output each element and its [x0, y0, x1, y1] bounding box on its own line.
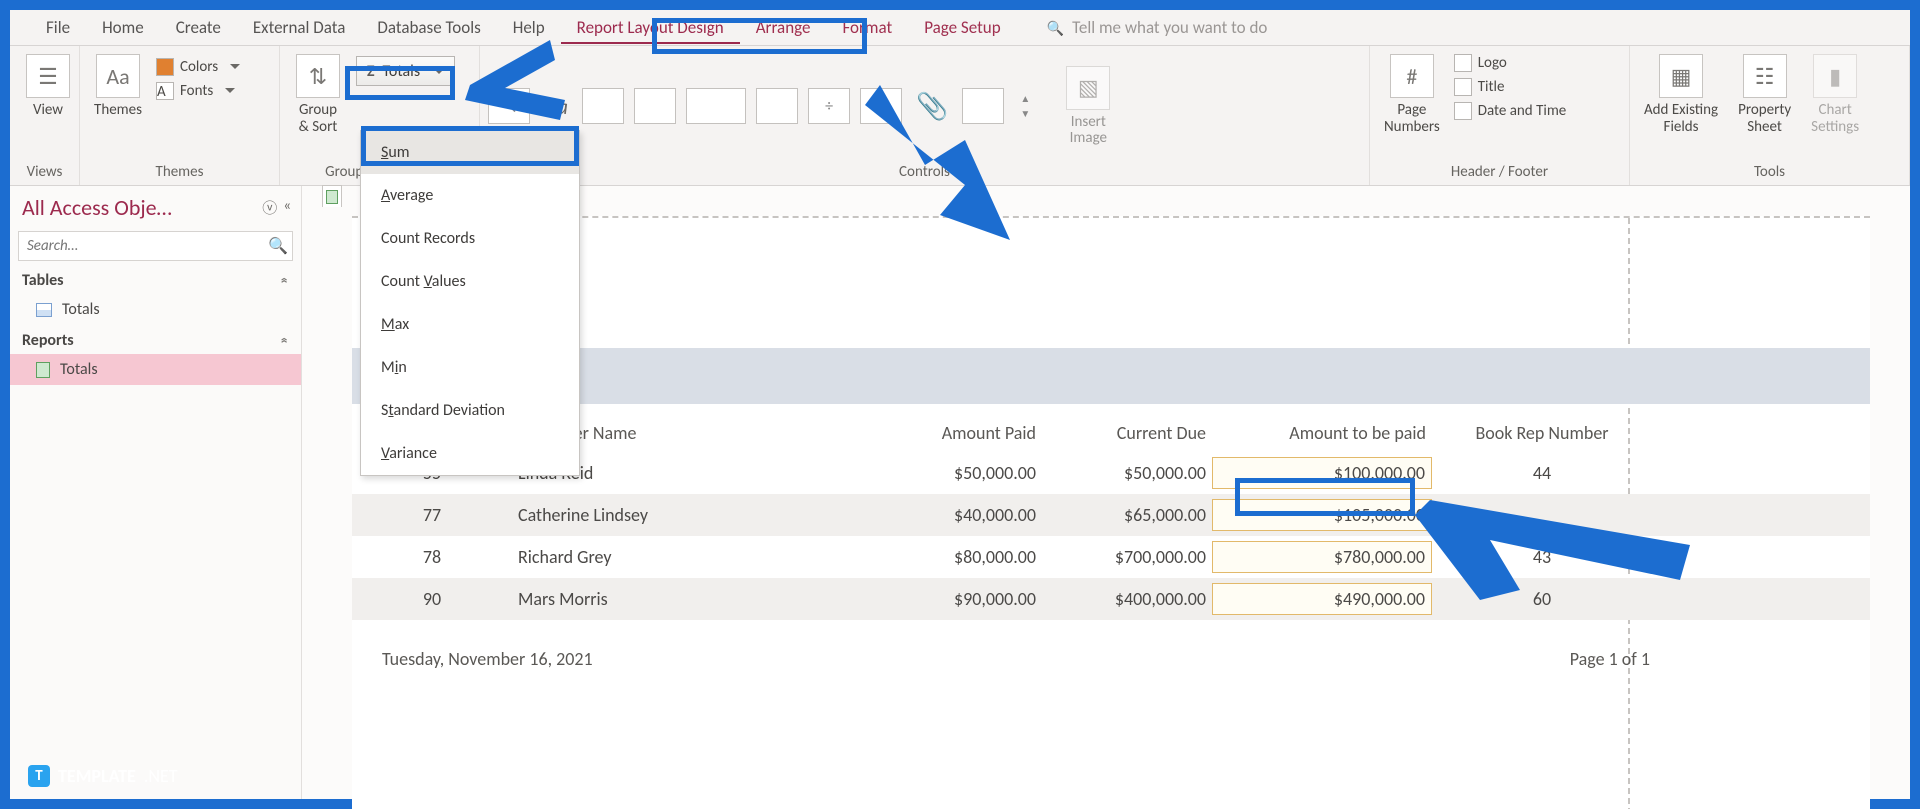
themes-button[interactable]: Aa Themes [88, 52, 148, 121]
title-icon [1454, 78, 1472, 96]
table-icon [36, 303, 52, 317]
nav-category-tables[interactable]: Tables [10, 265, 301, 294]
date-time-button[interactable]: Date and Time [1454, 102, 1567, 120]
watermark: T TEMPLATE.NET [28, 765, 178, 787]
search-input[interactable] [19, 233, 264, 259]
navigation-pane: All Access Obje… ⓥ « 🔍 Tables Totals Repo… [10, 186, 302, 799]
calculated-cell[interactable]: $105,000.00 [1212, 499, 1432, 531]
menu-item-sum[interactable]: Sum [361, 131, 579, 174]
nav-close-icon[interactable]: « [283, 197, 291, 218]
view-label: View [33, 102, 63, 119]
calculated-cell[interactable]: $100,000.00 [1212, 457, 1432, 489]
report-footer-date: Tuesday, November 16, 2021 [382, 648, 593, 670]
tab-file[interactable]: File [30, 13, 86, 42]
nav-search[interactable]: 🔍 [18, 231, 293, 261]
col-amount-paid[interactable]: Amount Paid [842, 418, 1042, 448]
themes-label: Themes [94, 102, 142, 119]
attachment-control-icon[interactable]: 📎 [912, 90, 952, 122]
group-label-headerfooter: Header / Footer [1378, 160, 1621, 185]
ribbon-tabs: File Home Create External Data Database … [10, 10, 1910, 46]
tab-create[interactable]: Create [160, 13, 237, 42]
logo-button[interactable]: Logo [1454, 54, 1567, 72]
chevron-icon [281, 271, 289, 290]
property-sheet-button[interactable]: ☷ Property Sheet [1732, 52, 1797, 137]
col-current-due[interactable]: Current Due [1042, 418, 1212, 448]
insert-image-button: ▧ Insert Image [1058, 64, 1118, 149]
group-sort-button[interactable]: ⇅ Group & Sort [288, 52, 348, 137]
tab-home[interactable]: Home [86, 13, 160, 42]
tab-help[interactable]: Help [497, 13, 561, 42]
tab-report-layout-design[interactable]: Report Layout Design [561, 13, 740, 42]
fonts-icon: A [156, 82, 174, 100]
table-row[interactable]: 77 Catherine Lindsey $40,000.00 $65,000.… [352, 494, 1870, 536]
colors-icon [156, 58, 174, 76]
fonts-button[interactable]: AFonts [156, 82, 240, 100]
search-icon [1047, 17, 1064, 38]
nav-report-totals[interactable]: Totals [10, 354, 301, 385]
group-sort-label: Group & Sort [299, 102, 338, 135]
tell-me-search[interactable]: Tell me what you want to do [1047, 17, 1268, 38]
col-book-rep-number[interactable]: Book Rep Number [1432, 418, 1652, 448]
group-label-themes: Themes [88, 160, 271, 185]
page-numbers-icon: # [1390, 54, 1434, 98]
group-label-views: Views [18, 160, 71, 185]
chart-settings-icon: ▮ [1813, 54, 1857, 98]
property-sheet-icon: ☷ [1743, 54, 1787, 98]
image-icon: ▧ [1066, 66, 1110, 110]
watermark-logo-icon: T [28, 765, 50, 787]
report-object-tab[interactable] [322, 185, 342, 207]
menu-item-count-records[interactable]: Count Records [361, 217, 579, 260]
group-sort-icon: ⇅ [296, 54, 340, 98]
controls-gallery[interactable]: ↖ Aa ÷ ✔ 📎 ▲ ▼ [488, 88, 1030, 124]
group-label-controls: Controls [488, 160, 1361, 185]
clock-icon [1454, 102, 1472, 120]
report-icon [36, 362, 50, 378]
table-row[interactable]: 78 Richard Grey $80,000.00 $700,000.00 $… [352, 536, 1870, 578]
totals-dropdown-menu: Sum Average Count Records Count Values M… [360, 130, 580, 476]
totals-button[interactable]: Totals [356, 56, 455, 86]
chevron-down-icon [428, 62, 444, 81]
menu-item-average[interactable]: Average [361, 174, 579, 217]
view-icon: ☰ [26, 54, 70, 98]
nav-title[interactable]: All Access Obje… [22, 194, 172, 221]
report-footer-page: Page 1 of 1 [1570, 648, 1650, 670]
chevron-icon [281, 331, 289, 350]
tab-format[interactable]: Format [826, 13, 908, 42]
page-numbers-button[interactable]: # Page Numbers [1378, 52, 1446, 137]
search-icon[interactable]: 🔍 [264, 236, 292, 256]
nav-category-reports[interactable]: Reports [10, 325, 301, 354]
menu-item-stddev[interactable]: Standard Deviation [361, 389, 579, 432]
tab-database-tools[interactable]: Database Tools [361, 13, 496, 42]
tab-page-setup[interactable]: Page Setup [908, 13, 1016, 42]
menu-item-variance[interactable]: Variance [361, 432, 579, 475]
nav-collapse-icon[interactable]: ⓥ [262, 197, 277, 218]
report-icon [326, 190, 338, 204]
col-amount-to-be-paid[interactable]: Amount to be paid [1212, 418, 1432, 448]
sigma-icon [367, 62, 375, 81]
fields-icon: ▦ [1659, 54, 1703, 98]
textbox-control-icon[interactable]: Aa [540, 93, 572, 120]
logo-icon [1454, 54, 1472, 72]
tab-external-data[interactable]: External Data [237, 13, 362, 42]
group-label-tools: Tools [1638, 160, 1901, 185]
add-existing-fields-button[interactable]: ▦ Add Existing Fields [1638, 52, 1724, 137]
menu-item-min[interactable]: Min [361, 346, 579, 389]
title-button[interactable]: Title [1454, 78, 1567, 96]
table-row[interactable]: 90 Mars Morris $90,000.00 $400,000.00 $4… [352, 578, 1870, 620]
view-button[interactable]: ☰ View [18, 52, 78, 121]
ribbon: ☰ View Views Aa Themes Colors AFonts The… [10, 46, 1910, 186]
nav-table-totals[interactable]: Totals [10, 294, 301, 325]
calculated-cell[interactable]: $780,000.00 [1212, 541, 1432, 573]
menu-item-count-values[interactable]: Count Values [361, 260, 579, 303]
themes-icon: Aa [96, 54, 140, 98]
calculated-cell[interactable]: $490,000.00 [1212, 583, 1432, 615]
chart-settings-button: ▮ Chart Settings [1805, 52, 1865, 137]
menu-item-max[interactable]: Max [361, 303, 579, 346]
tab-arrange[interactable]: Arrange [740, 13, 827, 42]
colors-button[interactable]: Colors [156, 58, 240, 76]
tell-me-placeholder: Tell me what you want to do [1072, 17, 1267, 38]
